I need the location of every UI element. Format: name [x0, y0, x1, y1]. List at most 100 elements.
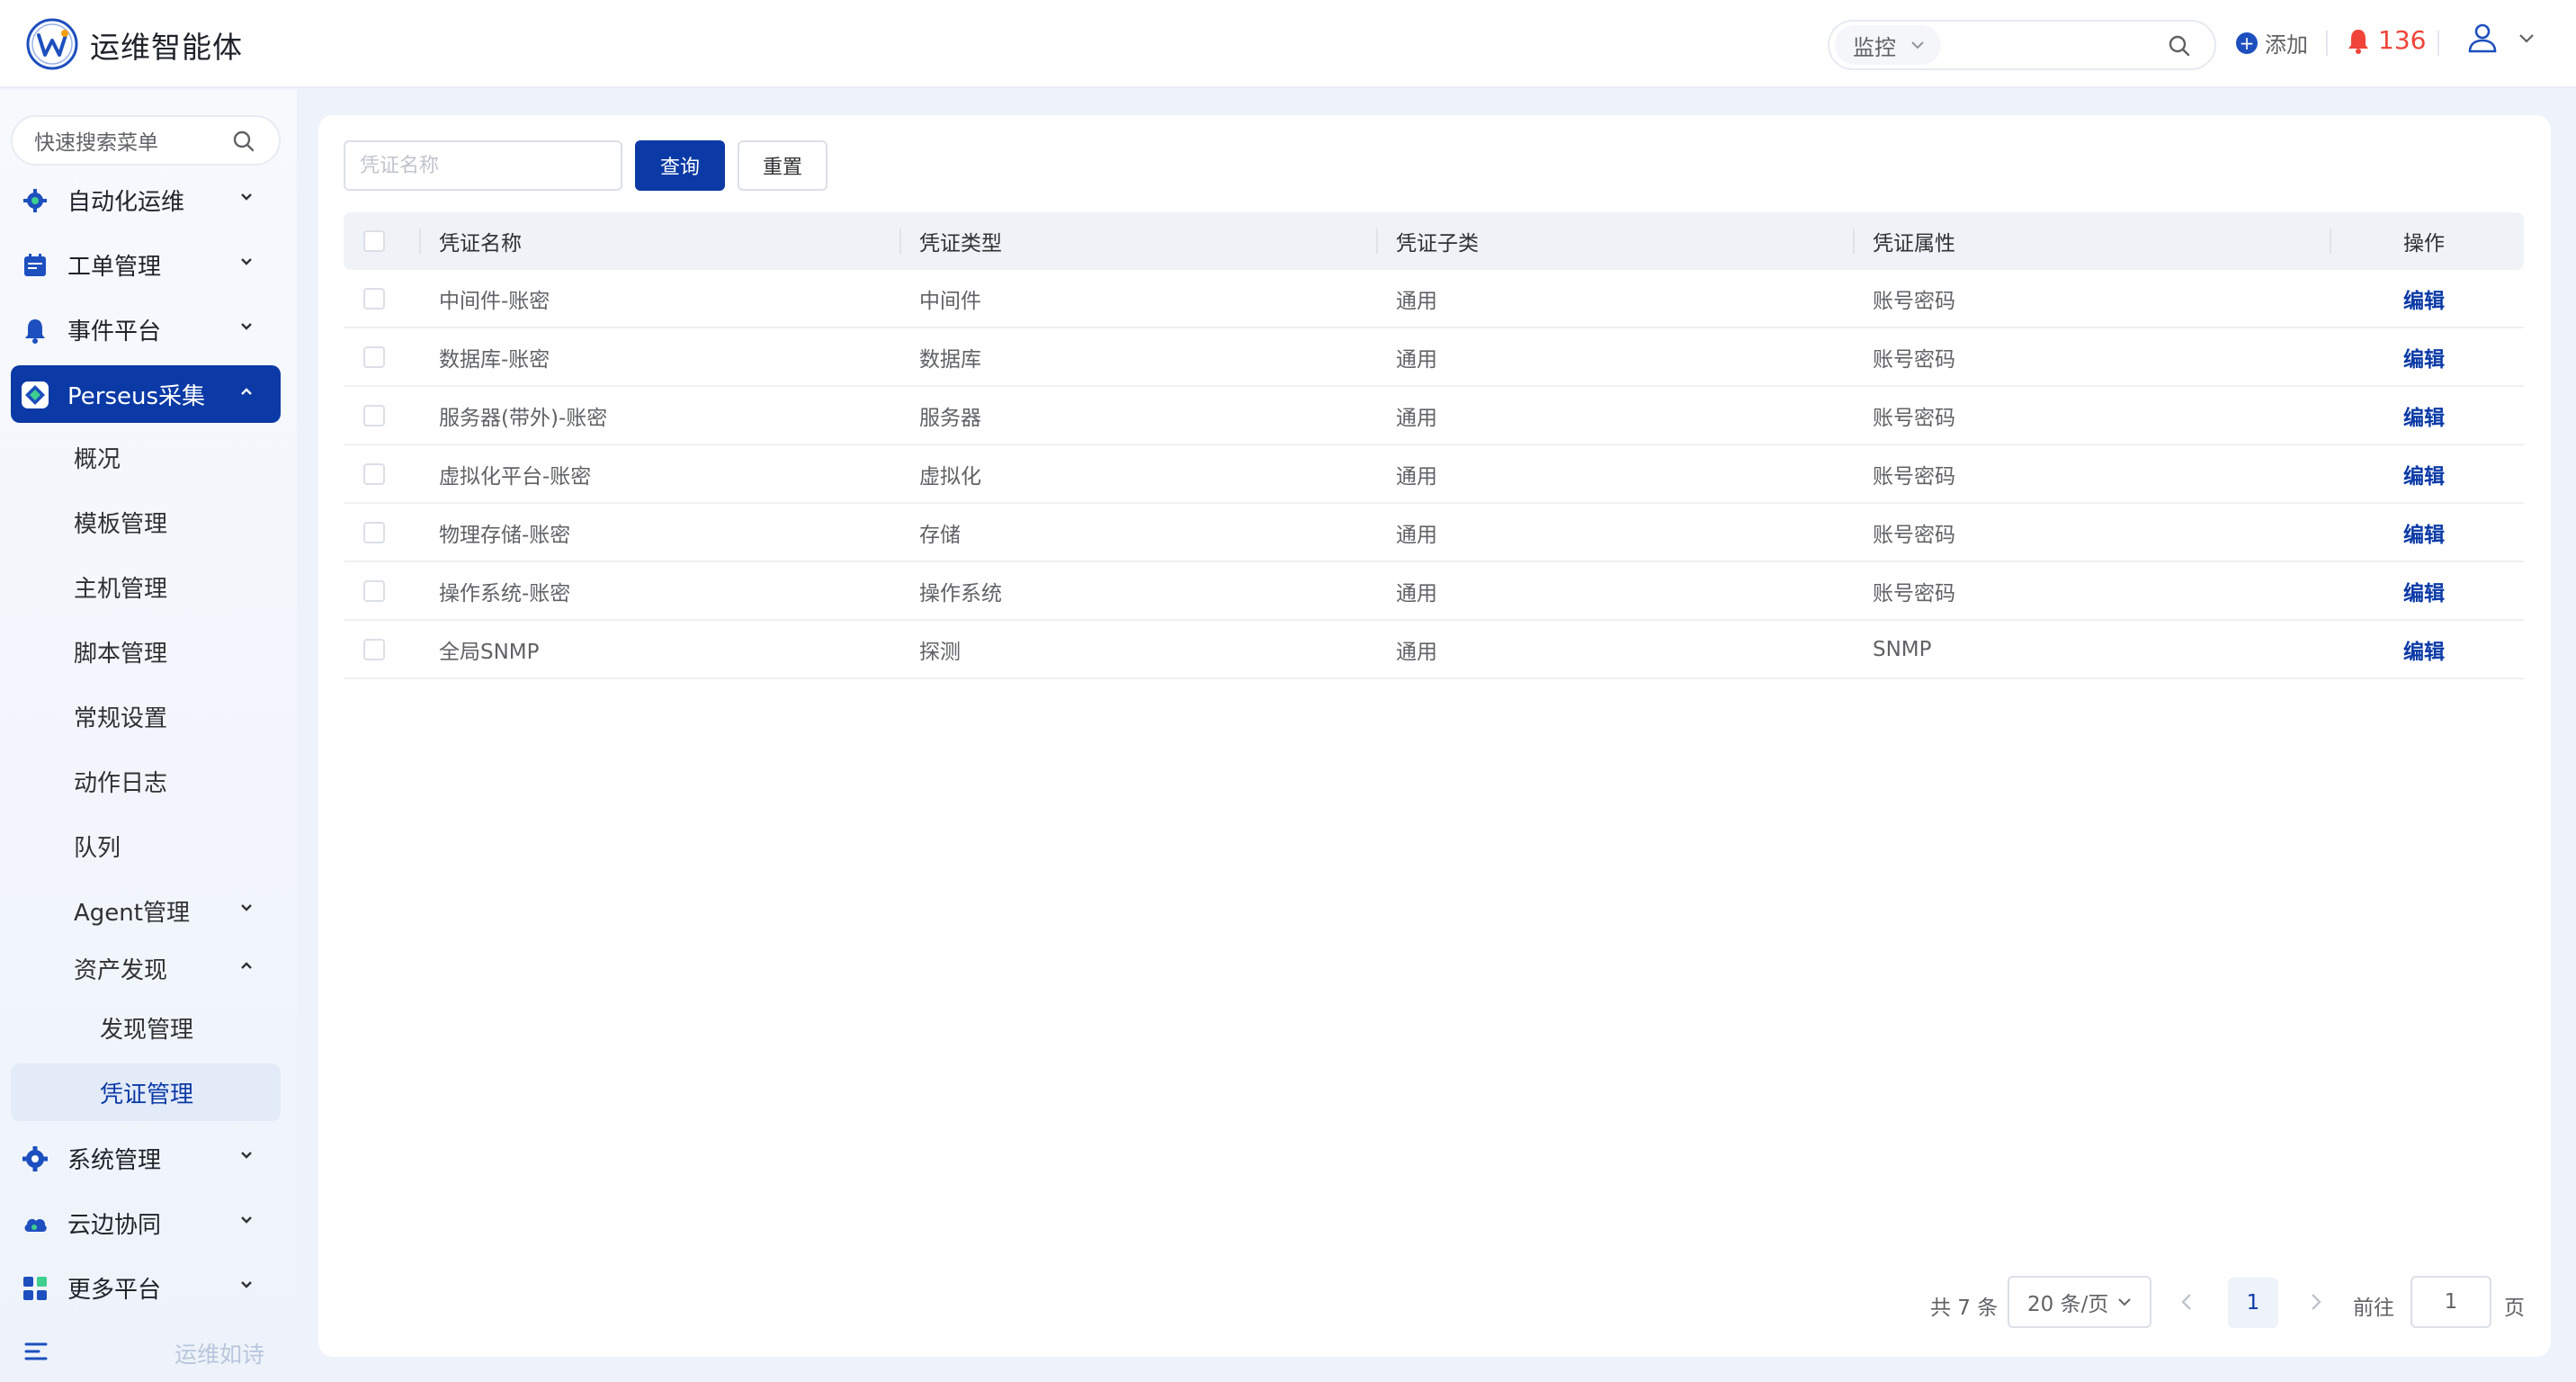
- top-header: 运维智能体 监控 + 添加 136: [0, 0, 2576, 88]
- sidebar-item-templates[interactable]: 模板管理: [11, 493, 281, 551]
- credential-name: 虚拟化平台-账密: [439, 464, 592, 489]
- credential-subtype: 通用: [1396, 406, 1437, 430]
- edit-link[interactable]: 编辑: [2403, 576, 2445, 606]
- collapse-menu-icon[interactable]: [23, 1339, 49, 1364]
- credential-type: 服务器: [919, 406, 981, 430]
- sidebar-item-label: 主机管理: [74, 575, 168, 603]
- sidebar-item-label: 脚本管理: [74, 640, 168, 668]
- table-row: 全局SNMP 探测 通用 SNMP 编辑: [344, 621, 2524, 679]
- content-card: 查询 重置 凭证名称 凭证类型 凭证子类 凭证属性 操作 中间件-账密 中间件 …: [318, 115, 2551, 1357]
- sidebar-item-label: 更多平台: [67, 1276, 162, 1304]
- sidebar-item-label: 凭证管理: [100, 1081, 194, 1108]
- sidebar-item-credential-management[interactable]: 凭证管理: [11, 1063, 281, 1121]
- row-checkbox[interactable]: [363, 287, 385, 310]
- sidebar-item-general-settings[interactable]: 常规设置: [11, 687, 281, 745]
- sidebar-item-label: 工单管理: [67, 253, 162, 281]
- search-icon[interactable]: [2168, 34, 2191, 58]
- user-menu[interactable]: [2466, 22, 2535, 54]
- sidebar-item-label: 队列: [74, 834, 121, 862]
- column-divider: [899, 229, 901, 254]
- sidebar-item-action-log[interactable]: 动作日志: [11, 752, 281, 810]
- menu-search-input[interactable]: 快速搜索菜单: [11, 115, 281, 166]
- sidebar-item-perseus[interactable]: Perseus采集: [11, 365, 281, 423]
- sidebar-item-automation[interactable]: 自动化运维: [11, 171, 281, 229]
- sidebar-item-discovery-management[interactable]: 发现管理: [11, 999, 281, 1056]
- total-count: 共 7 条: [1930, 1297, 1999, 1320]
- prev-page-icon[interactable]: [2180, 1292, 2193, 1312]
- sidebar-item-tickets[interactable]: 工单管理: [11, 236, 281, 293]
- app-logo-icon[interactable]: [25, 17, 79, 71]
- credential-name: 中间件-账密: [439, 289, 550, 313]
- sidebar-item-more-platforms[interactable]: 更多平台: [11, 1259, 281, 1316]
- credential-type: 虚拟化: [919, 464, 981, 489]
- menu-search-placeholder: 快速搜索菜单: [34, 131, 158, 155]
- sidebar-item-scripts[interactable]: 脚本管理: [11, 623, 281, 680]
- add-button[interactable]: + 添加: [2236, 27, 2308, 58]
- edit-link[interactable]: 编辑: [2403, 634, 2445, 665]
- sidebar-item-label: 模板管理: [74, 510, 168, 538]
- credential-attribute: 账号密码: [1873, 464, 1955, 489]
- page-jump-input[interactable]: [2411, 1276, 2491, 1328]
- plus-icon: +: [2236, 31, 2258, 54]
- credential-attribute: 账号密码: [1873, 523, 1955, 547]
- bell-icon: [25, 319, 45, 344]
- table-row: 物理存储-账密 存储 通用 账号密码 编辑: [344, 504, 2524, 562]
- sidebar-item-label: Perseus采集: [67, 382, 206, 410]
- header-divider: [2437, 31, 2439, 56]
- row-checkbox[interactable]: [363, 521, 385, 543]
- add-label: 添加: [2265, 32, 2308, 58]
- search-scope-value: 监控: [1853, 34, 1896, 60]
- row-checkbox[interactable]: [363, 462, 385, 485]
- search-scope-select[interactable]: 监控: [1835, 25, 1941, 65]
- row-checkbox[interactable]: [363, 638, 385, 660]
- row-checkbox[interactable]: [363, 579, 385, 602]
- pagination: 共 7 条 20 条/页 1 前往 页: [318, 1276, 2551, 1330]
- credential-name-input[interactable]: [344, 140, 622, 191]
- header-divider: [2326, 31, 2328, 56]
- alert-count: 136: [2378, 25, 2427, 55]
- sidebar-item-hosts[interactable]: 主机管理: [11, 558, 281, 615]
- sidebar-item-cloud-edge[interactable]: 云边协同: [11, 1194, 281, 1252]
- search-icon[interactable]: [232, 130, 255, 153]
- row-checkbox[interactable]: [363, 346, 385, 368]
- edit-link[interactable]: 编辑: [2403, 400, 2445, 431]
- chevron-up-icon: [241, 388, 252, 395]
- credential-subtype: 通用: [1396, 347, 1437, 372]
- bell-icon: [2348, 29, 2368, 54]
- query-button[interactable]: 查询: [635, 140, 725, 191]
- select-all-checkbox[interactable]: [363, 230, 385, 252]
- header-search-box[interactable]: 监控: [1828, 20, 2216, 70]
- sidebar-item-system[interactable]: 系统管理: [11, 1129, 281, 1187]
- table-row: 数据库-账密 数据库 通用 账号密码 编辑: [344, 328, 2524, 387]
- page-size-select[interactable]: 20 条/页: [2008, 1276, 2151, 1328]
- edit-link[interactable]: 编辑: [2403, 517, 2445, 548]
- table-header: 凭证名称 凭证类型 凭证子类 凭证属性 操作: [344, 212, 2524, 270]
- sidebar-item-asset-discovery[interactable]: 资产发现: [11, 939, 281, 997]
- edit-link[interactable]: 编辑: [2403, 459, 2445, 489]
- page-suffix-label: 页: [2504, 1297, 2525, 1320]
- sidebar-item-queue[interactable]: 队列: [11, 817, 281, 875]
- automation-gear-icon: [23, 189, 47, 212]
- chevron-down-icon: [241, 1281, 252, 1288]
- next-page-icon[interactable]: [2310, 1292, 2322, 1312]
- credential-subtype: 通用: [1396, 464, 1437, 489]
- credential-attribute: 账号密码: [1873, 347, 1955, 372]
- sidebar-item-label: 事件平台: [67, 318, 162, 346]
- sidebar-item-overview[interactable]: 概况: [11, 428, 281, 486]
- alert-button[interactable]: 136: [2346, 25, 2426, 55]
- chevron-down-icon: [2519, 33, 2534, 43]
- sidebar-item-agent[interactable]: Agent管理: [11, 882, 281, 939]
- reset-button[interactable]: 重置: [738, 140, 827, 191]
- table-row: 中间件-账密 中间件 通用 账号密码 编辑: [344, 270, 2524, 328]
- chevron-down-icon: [241, 323, 252, 330]
- edit-link[interactable]: 编辑: [2403, 342, 2445, 372]
- column-divider: [419, 229, 421, 254]
- calendar-icon: [24, 254, 46, 276]
- perseus-diamond-icon: [22, 381, 49, 408]
- credential-subtype: 通用: [1396, 289, 1437, 313]
- sidebar-item-events[interactable]: 事件平台: [11, 301, 281, 358]
- page-number-current[interactable]: 1: [2228, 1278, 2278, 1328]
- edit-link[interactable]: 编辑: [2403, 283, 2445, 314]
- row-checkbox[interactable]: [363, 404, 385, 426]
- credential-subtype: 通用: [1396, 640, 1437, 664]
